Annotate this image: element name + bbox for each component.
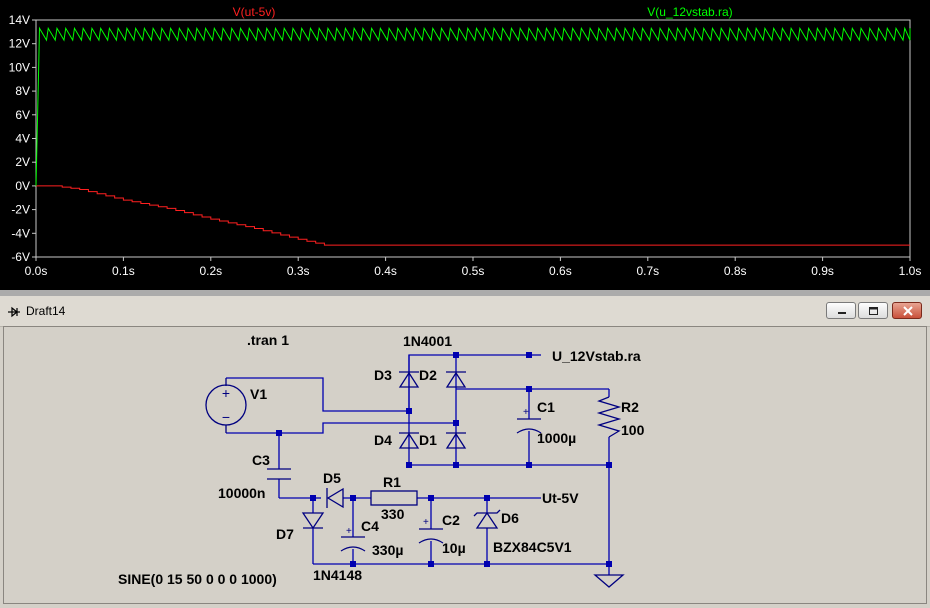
c1-label[interactable]: C1	[537, 399, 555, 415]
net-label-5v[interactable]: Ut-5V	[542, 490, 579, 506]
d4-label[interactable]: D4	[374, 432, 392, 448]
ground-symbol[interactable]	[593, 574, 625, 588]
bridge-model-label[interactable]: 1N4001	[403, 333, 452, 349]
c2-value[interactable]: 10µ	[442, 540, 466, 556]
x-tick-label: 0.4s	[374, 264, 397, 278]
d6-model[interactable]: BZX84C5V1	[493, 539, 572, 555]
r2-value[interactable]: 100	[621, 422, 645, 438]
d6-label[interactable]: D6	[501, 510, 519, 526]
net-label-12v[interactable]: U_12Vstab.ra	[552, 348, 641, 364]
window-title: Draft14	[26, 304, 66, 318]
restore-icon	[869, 307, 878, 315]
x-tick-label: 0.7s	[636, 264, 659, 278]
svg-text:+: +	[423, 517, 429, 528]
window-titlebar[interactable]: Draft14	[0, 296, 930, 327]
d1-label[interactable]: D1	[419, 432, 437, 448]
x-tick-label: 0.8s	[724, 264, 747, 278]
r2-label[interactable]: R2	[621, 399, 639, 415]
y-tick-label: 0V	[15, 179, 30, 193]
svg-text:+: +	[222, 385, 230, 401]
capacitor-c3[interactable]	[267, 468, 291, 480]
minimize-button[interactable]	[826, 302, 856, 319]
x-tick-label: 0.0s	[25, 264, 48, 278]
resistor-r1[interactable]	[370, 490, 418, 506]
restore-button[interactable]	[858, 302, 888, 319]
x-tick-label: 0.2s	[199, 264, 222, 278]
tran-directive[interactable]: .tran 1	[247, 332, 289, 348]
y-tick-label: 10V	[9, 60, 30, 74]
y-tick-label: 14V	[9, 13, 30, 27]
x-tick-label: 0.6s	[549, 264, 572, 278]
c2-label[interactable]: C2	[442, 512, 460, 528]
y-tick-label: -4V	[11, 226, 30, 240]
y-tick-label: 12V	[9, 37, 30, 51]
zener-diode-d6[interactable]	[473, 509, 501, 529]
v1-value[interactable]: SINE(0 15 50 0 0 0 1000)	[118, 571, 277, 587]
d57-model-label[interactable]: 1N4148	[313, 567, 362, 583]
x-tick-label: 0.9s	[811, 264, 834, 278]
x-tick-label: 0.5s	[462, 264, 485, 278]
schematic-drawing[interactable]: + − + + + .tran 1 V1 SINE(0 15 50 0 0 0 …	[4, 327, 928, 605]
svg-text:+: +	[523, 407, 529, 418]
voltage-source-v1[interactable]: + −	[205, 378, 247, 433]
resistor-r2[interactable]	[596, 396, 622, 438]
c4-label[interactable]: C4	[361, 518, 379, 534]
trace-label-u12vstab[interactable]: V(u_12vstab.ra)	[647, 5, 732, 19]
c4-value[interactable]: 330µ	[372, 542, 403, 558]
schematic-canvas[interactable]: + − + + + .tran 1 V1 SINE(0 15 50 0 0 0 …	[3, 326, 927, 604]
r1-label[interactable]: R1	[383, 474, 401, 490]
close-icon	[903, 306, 913, 316]
svg-text:+: +	[346, 526, 352, 537]
y-tick-label: -2V	[11, 203, 30, 217]
x-tick-label: 1.0s	[899, 264, 922, 278]
diode-d5[interactable]	[326, 487, 344, 509]
plot-frame	[35, 19, 911, 258]
ltspice-schematic-icon	[8, 306, 20, 318]
c3-label[interactable]: C3	[252, 452, 270, 468]
c1-value[interactable]: 1000µ	[537, 430, 576, 446]
close-button[interactable]	[892, 302, 922, 319]
x-tick-label: 0.3s	[287, 264, 310, 278]
trace-ut-5v[interactable]	[36, 185, 910, 246]
minimize-icon	[838, 312, 846, 314]
d7-label[interactable]: D7	[276, 526, 294, 542]
svg-text:−: −	[222, 409, 230, 425]
y-tick-label: 2V	[15, 155, 30, 169]
y-tick-label: 4V	[15, 132, 30, 146]
c3-value[interactable]: 10000n	[218, 485, 265, 501]
d5-label[interactable]: D5	[323, 470, 341, 486]
junctions	[276, 352, 612, 567]
waveform-plot[interactable]: V(ut-5v) V(u_12vstab.ra) 14V 12V 10V 8V 6V 4V…	[0, 0, 930, 290]
r1-value[interactable]: 330	[381, 506, 405, 522]
trace-label-ut-5v[interactable]: V(ut-5v)	[233, 5, 276, 19]
y-tick-label: -6V	[11, 250, 30, 264]
x-axis: 0.0s 0.1s 0.2s 0.3s 0.4s 0.5s 0.6s 0.7s 0.8s 0.9s…	[25, 257, 922, 278]
schematic-window[interactable]: Draft14 + − + + + .tran 1 V1 SINE(0 15 5…	[0, 296, 930, 608]
diode-d7[interactable]	[301, 512, 325, 530]
x-tick-label: 0.1s	[112, 264, 135, 278]
y-tick-label: 6V	[15, 108, 30, 122]
trace-u12vstab[interactable]	[35, 26, 911, 186]
y-tick-label: 8V	[15, 84, 30, 98]
d3-label[interactable]: D3	[374, 367, 392, 383]
traces	[35, 26, 911, 246]
waveform-plot-pane[interactable]: V(ut-5v) V(u_12vstab.ra) 14V 12V 10V 8V 6V 4V…	[0, 0, 930, 290]
y-axis: 14V 12V 10V 8V 6V 4V 2V 0V -2V -4V -6V	[9, 13, 36, 264]
d2-label[interactable]: D2	[419, 367, 437, 383]
v1-label[interactable]: V1	[250, 386, 267, 402]
